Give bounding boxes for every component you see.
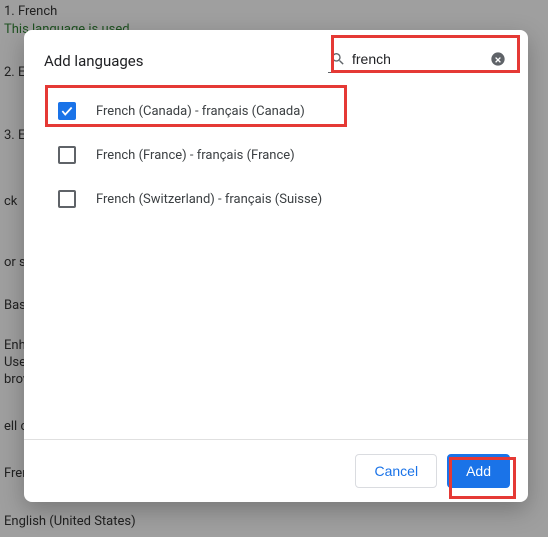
language-option-french-france[interactable]: French (France) - français (France): [58, 133, 518, 177]
language-option-french-canada[interactable]: French (Canada) - français (Canada): [58, 89, 518, 133]
language-list: French (Canada) - français (Canada) Fren…: [24, 83, 528, 439]
add-button[interactable]: Add: [447, 454, 510, 488]
dialog-title: Add languages: [44, 52, 144, 70]
search-input[interactable]: [352, 51, 484, 67]
language-option-french-switzerland[interactable]: French (Switzerland) - français (Suisse): [58, 177, 518, 221]
search-icon: [330, 51, 346, 67]
search-field[interactable]: [328, 48, 508, 73]
checkbox[interactable]: [58, 102, 76, 120]
dialog-header: Add languages: [24, 30, 528, 83]
checkmark-icon: [60, 104, 74, 118]
language-label: French (Canada) - français (Canada): [96, 104, 305, 119]
checkbox[interactable]: [58, 146, 76, 164]
checkbox[interactable]: [58, 190, 76, 208]
language-label: French (Switzerland) - français (Suisse): [96, 192, 322, 207]
dialog-footer: Cancel Add: [24, 439, 528, 502]
clear-search-button[interactable]: [490, 50, 506, 68]
close-circle-icon: [490, 51, 506, 67]
add-languages-dialog: Add languages French (Canada) - français…: [24, 30, 528, 502]
cancel-button[interactable]: Cancel: [355, 454, 437, 488]
language-label: French (France) - français (France): [96, 148, 295, 163]
